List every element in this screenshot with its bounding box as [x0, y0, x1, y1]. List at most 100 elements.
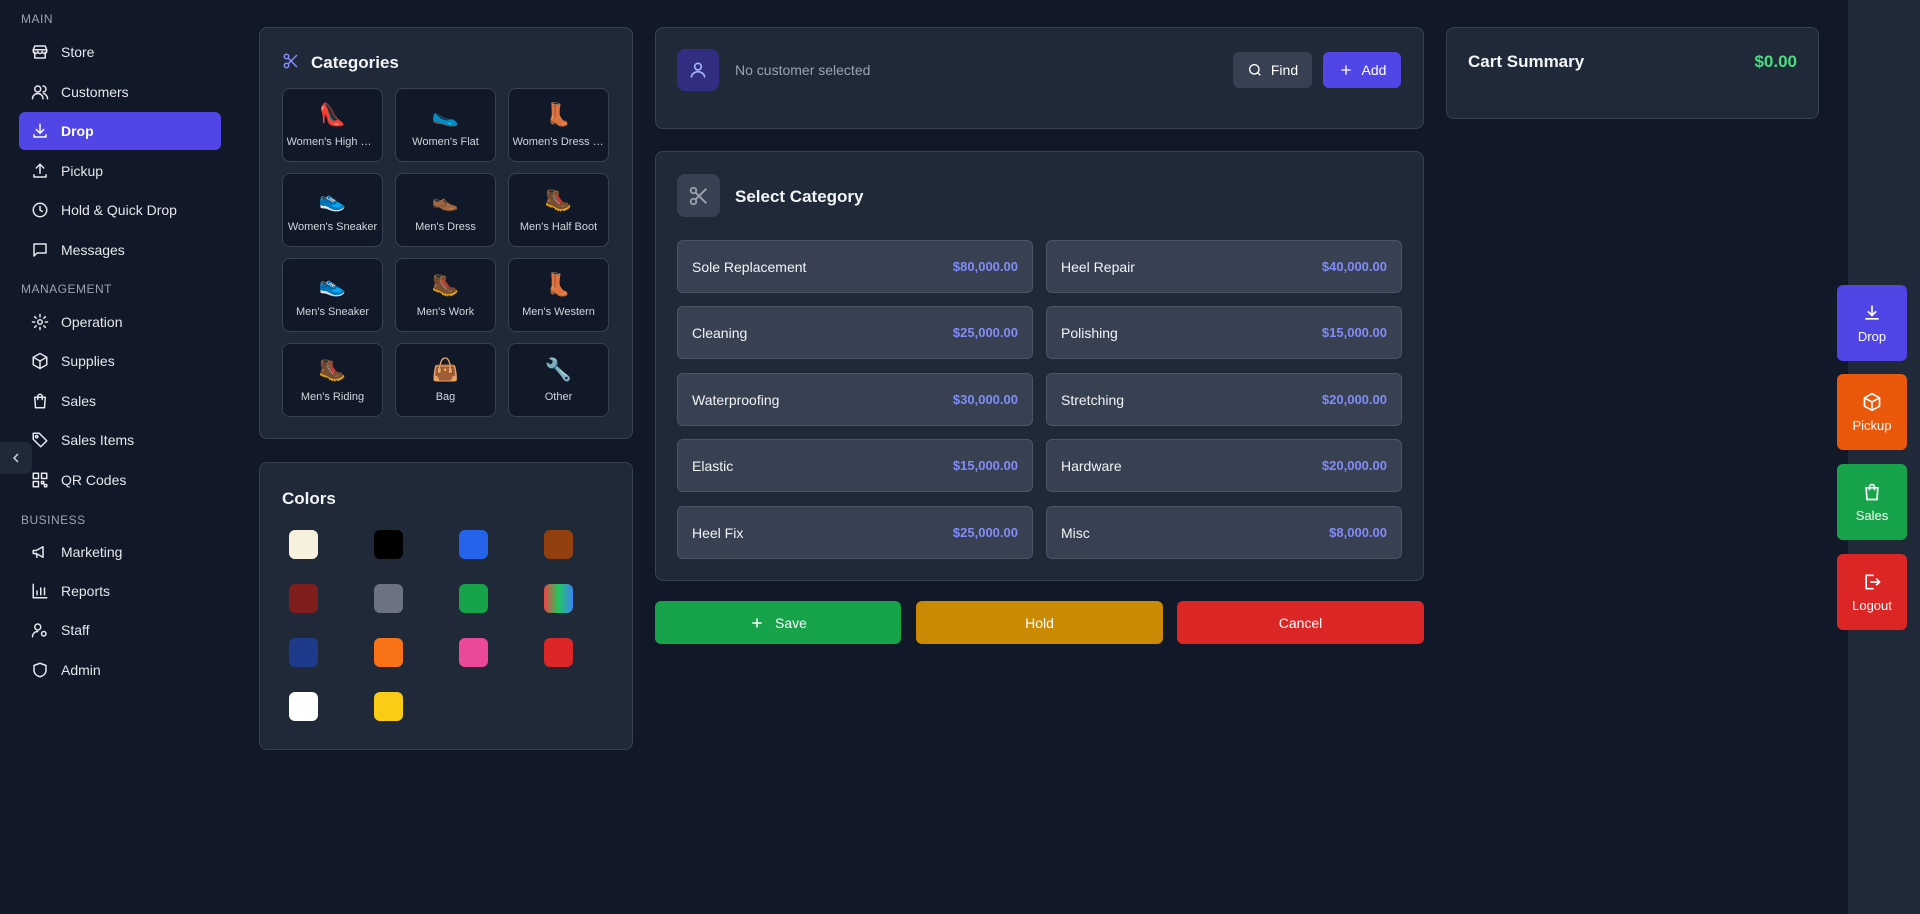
user-icon: [690, 62, 706, 78]
cancel-label: Cancel: [1278, 614, 1323, 631]
add-customer-button[interactable]: Add: [1323, 52, 1401, 88]
sidebar: MAIN Store Customers Drop Pickup Hold & …: [0, 0, 240, 914]
customer-panel: No customer selected Find Add: [655, 27, 1424, 129]
service-panel: Select Category Sole Replacement $80,000.…: [655, 151, 1424, 581]
service-price: $20,000.00: [1321, 458, 1387, 473]
sidebar-item-admin[interactable]: Admin: [19, 651, 221, 689]
color-swatch[interactable]: [544, 530, 573, 559]
color-swatch[interactable]: [374, 584, 403, 613]
sidebar-item-qr-codes[interactable]: QR Codes: [19, 461, 221, 499]
category-womens-flat[interactable]: 🥿 Women's Flat: [395, 88, 496, 162]
sidebar-item-messages[interactable]: Messages: [19, 231, 221, 269]
sidebar-item-staff[interactable]: Staff: [19, 611, 221, 649]
save-label: Save: [775, 614, 807, 631]
category-mens-sneaker[interactable]: 👟 Men's Sneaker: [282, 258, 383, 332]
find-customer-button[interactable]: Find: [1233, 52, 1312, 88]
sidebar-item-label: Customers: [61, 84, 129, 100]
sidebar-item-label: Admin: [61, 662, 101, 678]
sneaker-icon: 👟: [318, 273, 347, 298]
service-name: Waterproofing: [692, 391, 780, 408]
sidebar-item-customers[interactable]: Customers: [19, 73, 221, 111]
category-label: Men's Sneaker: [295, 306, 370, 318]
sidebar-item-operation[interactable]: Operation: [19, 303, 221, 341]
color-swatch[interactable]: [459, 584, 488, 613]
download-icon: [1865, 305, 1879, 320]
color-swatch[interactable]: [289, 530, 318, 559]
sidebar-item-label: QR Codes: [61, 472, 127, 488]
sidebar-item-sales-items[interactable]: Sales Items: [19, 421, 221, 459]
dock-logout-button[interactable]: Logout: [1837, 554, 1907, 630]
sidebar-item-label: Reports: [61, 583, 111, 599]
sidebar-item-reports[interactable]: Reports: [19, 572, 221, 610]
service-option[interactable]: Heel Repair $40,000.00: [1046, 240, 1402, 293]
category-mens-half-boot[interactable]: 🥾 Men's Half Boot: [508, 173, 609, 247]
sidebar-item-marketing[interactable]: Marketing: [19, 533, 221, 571]
service-name: Stretching: [1061, 391, 1125, 408]
category-label: Women's Sneaker: [287, 221, 378, 233]
hiking-boot-icon: 🥾: [431, 273, 460, 298]
service-option[interactable]: Cleaning $25,000.00: [677, 306, 1033, 359]
category-mens-western[interactable]: 👢 Men's Western: [508, 258, 609, 332]
cancel-button[interactable]: Cancel: [1177, 601, 1424, 644]
cart-summary-panel: Cart Summary $0.00: [1446, 27, 1819, 119]
service-name: Sole Replacement: [692, 258, 807, 275]
sidebar-item-pickup[interactable]: Pickup: [19, 152, 221, 190]
category-mens-dress[interactable]: 👞 Men's Dress: [395, 173, 496, 247]
category-other[interactable]: 🔧 Other: [508, 343, 609, 417]
color-swatch[interactable]: [544, 638, 573, 667]
service-option[interactable]: Waterproofing $30,000.00: [677, 373, 1033, 426]
color-swatch[interactable]: [374, 530, 403, 559]
sidebar-item-drop[interactable]: Drop: [19, 112, 221, 150]
color-swatch-grid: [289, 530, 573, 721]
service-option[interactable]: Heel Fix $25,000.00: [677, 506, 1033, 559]
service-price: $30,000.00: [952, 392, 1018, 407]
service-name: Hardware: [1061, 457, 1122, 474]
color-swatch[interactable]: [459, 638, 488, 667]
categories-panel: Categories 👠 Women's High Heel 🥿 Women's F…: [259, 27, 633, 439]
category-mens-riding[interactable]: 🥾 Men's Riding: [282, 343, 383, 417]
color-swatch[interactable]: [289, 638, 318, 667]
color-swatch[interactable]: [544, 584, 573, 613]
category-mens-work[interactable]: 🥾 Men's Work: [395, 258, 496, 332]
color-swatch[interactable]: [289, 692, 318, 721]
service-price: $8,000.00: [1329, 525, 1387, 540]
cart-total: $0.00: [1754, 52, 1797, 71]
sidebar-item-hold-quick-drop[interactable]: Hold & Quick Drop: [19, 191, 221, 229]
save-button[interactable]: Save: [655, 601, 901, 644]
sidebar-collapse-button[interactable]: [0, 442, 32, 474]
color-swatch[interactable]: [459, 530, 488, 559]
color-swatch[interactable]: [374, 638, 403, 667]
category-womens-sneaker[interactable]: 👟 Women's Sneaker: [282, 173, 383, 247]
category-womens-high-heel[interactable]: 👠 Women's High Heel: [282, 88, 383, 162]
dress-shoe-icon: 👞: [431, 188, 460, 213]
colors-panel: Colors: [259, 462, 633, 750]
category-label: Men's Dress: [415, 221, 476, 233]
users-icon: [31, 85, 49, 100]
message-icon: [33, 243, 47, 257]
color-swatch[interactable]: [289, 584, 318, 613]
quick-action-dock: [1848, 0, 1920, 914]
sidebar-item-label: Hold & Quick Drop: [61, 202, 177, 218]
service-option[interactable]: Polishing $15,000.00: [1046, 306, 1402, 359]
category-womens-dress-boot[interactable]: 👢 Women's Dress Boot: [508, 88, 609, 162]
dock-pickup-button[interactable]: Pickup: [1837, 374, 1907, 450]
boot-icon: 👢: [544, 103, 573, 128]
service-price: $15,000.00: [952, 458, 1018, 473]
service-option[interactable]: Stretching $20,000.00: [1046, 373, 1402, 426]
customer-status-text: No customer selected: [735, 62, 871, 78]
sidebar-item-sales[interactable]: Sales: [19, 382, 221, 420]
service-option[interactable]: Hardware $20,000.00: [1046, 439, 1402, 492]
sidebar-item-label: Sales Items: [61, 432, 135, 448]
service-option[interactable]: Misc $8,000.00: [1046, 506, 1402, 559]
service-option[interactable]: Sole Replacement $80,000.00: [677, 240, 1033, 293]
sidebar-item-store[interactable]: Store: [19, 33, 221, 71]
dock-sales-button[interactable]: Sales: [1837, 464, 1907, 540]
service-option[interactable]: Elastic $15,000.00: [677, 439, 1033, 492]
category-bag[interactable]: 👜 Bag: [395, 343, 496, 417]
color-swatch[interactable]: [374, 692, 403, 721]
category-label: Men's Work: [416, 306, 475, 318]
category-label: Other: [544, 391, 573, 403]
dock-drop-button[interactable]: Drop: [1837, 285, 1907, 361]
hold-button[interactable]: Hold: [916, 601, 1163, 644]
sidebar-item-supplies[interactable]: Supplies: [19, 342, 221, 380]
